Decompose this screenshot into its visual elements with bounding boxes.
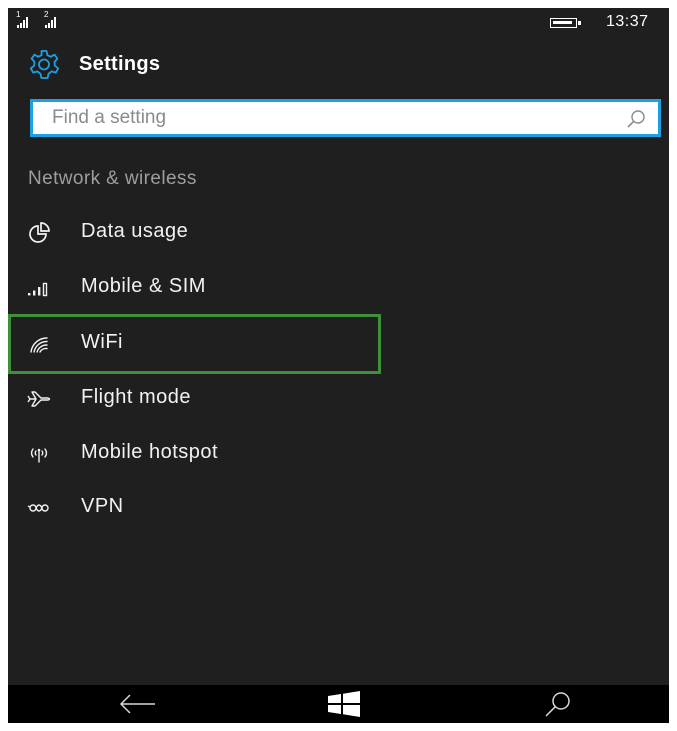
search-input[interactable] bbox=[33, 102, 658, 134]
page-title: Settings bbox=[79, 52, 161, 75]
phone-screen: 1 2 13:37 Settings Network & wireless bbox=[8, 8, 669, 723]
section-title: Network & wireless bbox=[28, 168, 197, 189]
menu-item-data-usage[interactable]: Data usage bbox=[8, 207, 378, 259]
vpn-icon bbox=[27, 504, 49, 512]
signal-sim2-icon: 2 bbox=[44, 10, 68, 30]
search-box[interactable] bbox=[30, 99, 661, 137]
status-time: 13:37 bbox=[606, 13, 649, 30]
search-icon[interactable] bbox=[626, 109, 646, 129]
hotspot-icon bbox=[30, 448, 48, 463]
gear-icon bbox=[29, 50, 60, 79]
search-icon bbox=[545, 692, 570, 717]
menu-item-label: Flight mode bbox=[81, 386, 191, 408]
back-arrow-icon bbox=[119, 694, 155, 714]
page-header: Settings bbox=[26, 48, 160, 80]
battery-icon bbox=[550, 18, 581, 28]
signal-sim1-icon: 1 bbox=[16, 10, 40, 30]
airplane-icon bbox=[27, 391, 51, 407]
cellular-signal-icon bbox=[28, 282, 48, 297]
wifi-highlight-frame bbox=[8, 314, 381, 374]
navigation-bar bbox=[8, 685, 669, 723]
menu-item-label: Data usage bbox=[81, 220, 189, 242]
menu-item-mobile-sim[interactable]: Mobile & SIM bbox=[8, 262, 378, 314]
menu-item-flight-mode[interactable]: Flight mode bbox=[8, 373, 378, 425]
status-bar: 1 2 13:37 bbox=[8, 8, 669, 38]
search-nav-button[interactable] bbox=[528, 685, 588, 723]
menu-item-vpn[interactable]: VPN bbox=[8, 482, 378, 534]
menu-item-label: Mobile & SIM bbox=[81, 275, 206, 297]
start-button[interactable] bbox=[314, 685, 374, 723]
back-button[interactable] bbox=[107, 685, 167, 723]
menu-item-label: Mobile hotspot bbox=[81, 441, 219, 463]
pie-chart-icon bbox=[29, 222, 50, 243]
windows-logo-icon bbox=[328, 691, 360, 717]
menu-item-mobile-hotspot[interactable]: Mobile hotspot bbox=[8, 428, 378, 480]
menu-item-label: VPN bbox=[81, 495, 124, 517]
